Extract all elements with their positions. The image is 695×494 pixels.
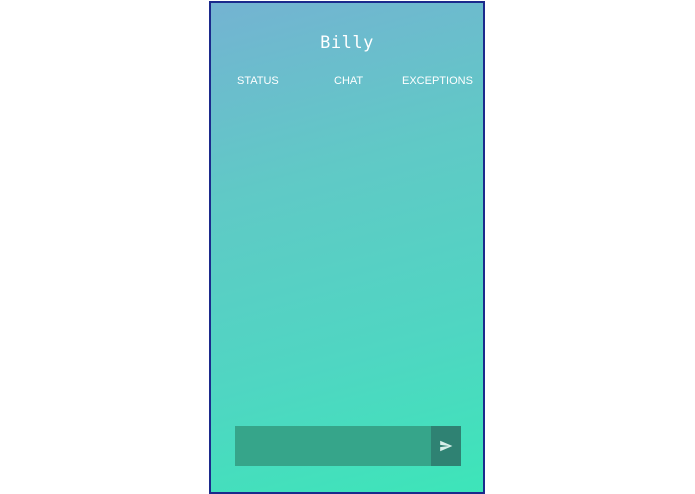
send-icon — [439, 439, 453, 453]
tab-bar: STATUS CHAT EXCEPTIONS — [211, 75, 483, 91]
message-composer — [235, 426, 461, 466]
app-window: Billy STATUS CHAT EXCEPTIONS — [209, 1, 485, 494]
message-input[interactable] — [235, 426, 431, 466]
tab-chat[interactable]: CHAT — [334, 75, 363, 87]
tab-exceptions[interactable]: EXCEPTIONS — [402, 75, 473, 87]
tab-status[interactable]: STATUS — [237, 75, 279, 87]
send-button[interactable] — [431, 426, 461, 466]
app-title: Billy — [320, 33, 374, 53]
